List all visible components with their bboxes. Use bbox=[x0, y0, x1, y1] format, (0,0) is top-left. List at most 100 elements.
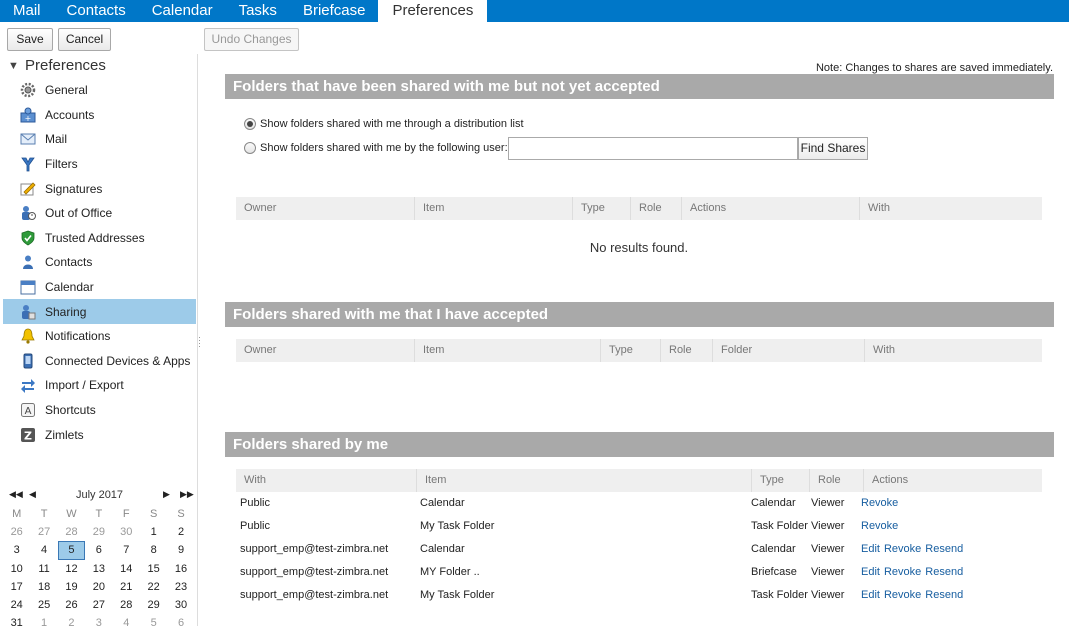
next-year-icon[interactable]: ▶▶ bbox=[180, 489, 194, 500]
undo-changes-button[interactable]: Undo Changes bbox=[204, 28, 299, 51]
sidebar-item-general[interactable]: General bbox=[3, 78, 196, 103]
calendar-day[interactable]: 17 bbox=[3, 578, 30, 596]
column-owner[interactable]: Owner bbox=[236, 197, 414, 220]
sidebar-item-accounts[interactable]: + Accounts bbox=[3, 103, 196, 128]
calendar-day[interactable]: 5 bbox=[140, 614, 167, 626]
calendar-day[interactable]: 8 bbox=[140, 541, 167, 559]
calendar-day[interactable]: 26 bbox=[3, 523, 30, 541]
column-item[interactable]: Item bbox=[414, 197, 572, 220]
cancel-button[interactable]: Cancel bbox=[58, 28, 111, 51]
calendar-day-today[interactable]: 5 bbox=[57, 541, 86, 560]
column-type[interactable]: Type bbox=[572, 197, 630, 220]
sidebar-item-shortcuts[interactable]: A Shortcuts bbox=[3, 398, 196, 423]
calendar-day[interactable]: 29 bbox=[140, 596, 167, 614]
splitter-grip-icon[interactable]: · · · · bbox=[198, 333, 201, 351]
calendar-day[interactable]: 25 bbox=[30, 596, 57, 614]
calendar-day[interactable]: 16 bbox=[167, 560, 194, 578]
sidebar-item-connected-devices[interactable]: Connected Devices & Apps bbox=[3, 349, 196, 374]
calendar-day[interactable]: 19 bbox=[58, 578, 85, 596]
radio-by-user-row[interactable]: Show folders shared with me by the follo… bbox=[244, 142, 508, 154]
column-folder[interactable]: Folder bbox=[712, 339, 864, 362]
share-owner-input[interactable] bbox=[508, 137, 798, 160]
radio-by-user[interactable] bbox=[244, 142, 256, 154]
collapse-triangle-icon[interactable]: ▼ bbox=[8, 60, 25, 72]
tab-calendar[interactable]: Calendar bbox=[139, 0, 226, 22]
sidebar-item-filters[interactable]: Filters bbox=[3, 152, 196, 177]
calendar-day[interactable]: 6 bbox=[85, 541, 112, 559]
calendar-day[interactable]: 28 bbox=[113, 596, 140, 614]
tab-contacts[interactable]: Contacts bbox=[54, 0, 139, 22]
calendar-day[interactable]: 1 bbox=[30, 614, 57, 626]
calendar-day[interactable]: 27 bbox=[85, 596, 112, 614]
calendar-day[interactable]: 24 bbox=[3, 596, 30, 614]
preferences-tree-header[interactable]: ▼ Preferences bbox=[8, 57, 106, 74]
calendar-day[interactable]: 3 bbox=[85, 614, 112, 626]
sidebar-item-mail[interactable]: Mail bbox=[3, 127, 196, 152]
calendar-day[interactable]: 2 bbox=[167, 523, 194, 541]
column-with[interactable]: With bbox=[864, 339, 1042, 362]
calendar-day[interactable]: 4 bbox=[113, 614, 140, 626]
calendar-day[interactable]: 11 bbox=[30, 560, 57, 578]
column-role[interactable]: Role bbox=[630, 197, 681, 220]
sidebar-item-contacts[interactable]: Contacts bbox=[3, 250, 196, 275]
radio-distribution-list-row[interactable]: Show folders shared with me through a di… bbox=[244, 118, 524, 130]
find-shares-button[interactable]: Find Shares bbox=[798, 137, 868, 160]
calendar-day[interactable]: 7 bbox=[113, 541, 140, 559]
sidebar-item-out-of-office[interactable]: Out of Office bbox=[3, 201, 196, 226]
calendar-day[interactable]: 15 bbox=[140, 560, 167, 578]
column-type[interactable]: Type bbox=[600, 339, 660, 362]
calendar-day[interactable]: 21 bbox=[113, 578, 140, 596]
sidebar-item-import-export[interactable]: Import / Export bbox=[3, 373, 196, 398]
column-role[interactable]: Role bbox=[660, 339, 712, 362]
column-item[interactable]: Item bbox=[414, 339, 600, 362]
tab-preferences[interactable]: Preferences bbox=[378, 0, 488, 22]
edit-link[interactable]: Edit bbox=[861, 566, 880, 578]
calendar-day[interactable]: 30 bbox=[167, 596, 194, 614]
calendar-day[interactable]: 20 bbox=[85, 578, 112, 596]
calendar-day[interactable]: 18 bbox=[30, 578, 57, 596]
revoke-link[interactable]: Revoke bbox=[884, 543, 921, 555]
column-item[interactable]: Item bbox=[416, 469, 751, 492]
column-actions[interactable]: Actions bbox=[863, 469, 1042, 492]
calendar-day[interactable]: 26 bbox=[58, 596, 85, 614]
edit-link[interactable]: Edit bbox=[861, 589, 880, 601]
revoke-link[interactable]: Revoke bbox=[861, 520, 898, 532]
calendar-day[interactable]: 6 bbox=[167, 614, 194, 626]
calendar-day[interactable]: 2 bbox=[58, 614, 85, 626]
resend-link[interactable]: Resend bbox=[925, 543, 963, 555]
calendar-day[interactable]: 23 bbox=[167, 578, 194, 596]
column-owner[interactable]: Owner bbox=[236, 339, 414, 362]
calendar-day[interactable]: 28 bbox=[58, 523, 85, 541]
sidebar-item-calendar[interactable]: Calendar bbox=[3, 275, 196, 300]
resend-link[interactable]: Resend bbox=[925, 566, 963, 578]
column-type[interactable]: Type bbox=[751, 469, 809, 492]
column-with[interactable]: With bbox=[236, 469, 416, 492]
tab-mail[interactable]: Mail bbox=[0, 0, 54, 22]
edit-link[interactable]: Edit bbox=[861, 543, 880, 555]
calendar-day[interactable]: 12 bbox=[58, 560, 85, 578]
column-with[interactable]: With bbox=[859, 197, 1042, 220]
next-month-icon[interactable]: ▶ bbox=[163, 489, 170, 500]
sidebar-item-trusted-addresses[interactable]: Trusted Addresses bbox=[3, 226, 196, 251]
revoke-link[interactable]: Revoke bbox=[884, 589, 921, 601]
revoke-link[interactable]: Revoke bbox=[884, 566, 921, 578]
calendar-day[interactable]: 10 bbox=[3, 560, 30, 578]
sidebar-item-signatures[interactable]: Signatures bbox=[3, 176, 196, 201]
calendar-day[interactable]: 1 bbox=[140, 523, 167, 541]
sidebar-item-zimlets[interactable]: Z Zimlets bbox=[3, 422, 196, 447]
column-actions[interactable]: Actions bbox=[681, 197, 859, 220]
calendar-day[interactable]: 29 bbox=[85, 523, 112, 541]
calendar-day[interactable]: 9 bbox=[167, 541, 194, 559]
calendar-day[interactable]: 4 bbox=[30, 541, 57, 559]
calendar-day[interactable]: 31 bbox=[3, 614, 30, 626]
tab-tasks[interactable]: Tasks bbox=[226, 0, 290, 22]
calendar-day[interactable]: 22 bbox=[140, 578, 167, 596]
save-button[interactable]: Save bbox=[7, 28, 53, 51]
calendar-day[interactable]: 3 bbox=[3, 541, 30, 559]
sidebar-item-sharing[interactable]: Sharing bbox=[3, 299, 196, 324]
tab-briefcase[interactable]: Briefcase bbox=[290, 0, 379, 22]
revoke-link[interactable]: Revoke bbox=[861, 497, 898, 509]
radio-distribution-list[interactable] bbox=[244, 118, 256, 130]
calendar-day[interactable]: 27 bbox=[30, 523, 57, 541]
column-role[interactable]: Role bbox=[809, 469, 863, 492]
